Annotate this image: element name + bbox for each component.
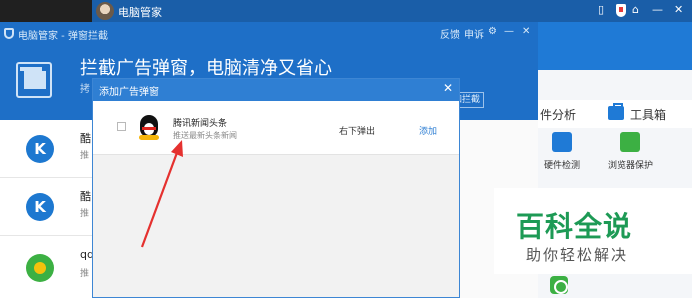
table-row[interactable]: 腾讯新闻头条 推送最新头条新闻 右下弹出 添加 bbox=[93, 101, 459, 155]
qq-penguin-icon bbox=[137, 115, 161, 141]
row-add-link[interactable]: 添加 bbox=[419, 124, 437, 137]
shirt-icon[interactable]: ⌂ bbox=[632, 3, 639, 16]
list-item-sub: 推 bbox=[80, 269, 90, 279]
browser-protect-icon[interactable] bbox=[620, 132, 640, 152]
shield-logo-icon bbox=[4, 28, 14, 39]
qq-music-icon bbox=[26, 254, 54, 282]
list-item-sub: 推 bbox=[80, 151, 90, 161]
main-close-button[interactable]: ✕ bbox=[674, 3, 683, 16]
appeal-link[interactable]: 申诉 bbox=[464, 26, 484, 41]
row-popup-position: 右下弹出 bbox=[339, 127, 376, 137]
watermark-title: 百科全说 bbox=[516, 210, 633, 243]
main-window-title: 电脑管家 bbox=[118, 6, 162, 19]
row-app-name: 腾讯新闻头条 bbox=[173, 119, 228, 129]
list-item[interactable]: K 酷 推 bbox=[0, 120, 92, 178]
list-item-name: 酷 bbox=[80, 132, 91, 145]
window-stack-icon bbox=[16, 62, 52, 98]
desktop-strip bbox=[0, 0, 92, 22]
tool-browser-protect[interactable]: 浏览器保护 bbox=[608, 158, 653, 171]
user-avatar[interactable] bbox=[96, 2, 114, 20]
row-app-description: 推送最新头条新闻 bbox=[173, 131, 237, 140]
main-header-strip bbox=[538, 22, 692, 70]
popup-minimize-button[interactable]: — bbox=[504, 26, 514, 37]
row-checkbox[interactable] bbox=[117, 122, 126, 131]
toolbox-icon bbox=[608, 103, 624, 120]
tab-toolbox[interactable]: 工具箱 bbox=[630, 106, 666, 123]
list-item-name: 酷 bbox=[80, 190, 91, 203]
popup-close-button[interactable]: ✕ bbox=[522, 26, 530, 37]
partial-tool-icon[interactable] bbox=[550, 276, 568, 294]
list-item-sub: 推 bbox=[80, 209, 90, 219]
settings-icon[interactable]: ⚙ bbox=[488, 26, 497, 37]
shield-icon[interactable] bbox=[616, 4, 626, 17]
tab-file-analysis[interactable]: 件分析 bbox=[540, 106, 576, 123]
main-minimize-button[interactable]: — bbox=[652, 3, 663, 16]
kugou-icon: K bbox=[26, 193, 54, 221]
feedback-link[interactable]: 反馈 bbox=[440, 26, 460, 41]
dialog-close-button[interactable]: ✕ bbox=[443, 81, 453, 95]
popup-block-headline: 拦截广告弹窗，电脑清净又省心 bbox=[80, 58, 332, 79]
add-ad-popup-dialog: 添加广告弹窗 ✕ 腾讯新闻头条 推送最新头条新闻 右下弹出 添加 bbox=[92, 78, 460, 298]
skin-icon[interactable]: ▯ bbox=[598, 3, 604, 16]
hardware-check-icon[interactable] bbox=[552, 132, 572, 152]
kugou-icon: K bbox=[26, 135, 54, 163]
popup-block-title: 电脑管家 - 弹窗拦截 bbox=[18, 31, 108, 42]
watermark-subtitle: 助你轻松解决 bbox=[526, 246, 629, 264]
tool-hardware-check[interactable]: 硬件检测 bbox=[544, 158, 580, 171]
list-item[interactable]: qq 推 bbox=[0, 236, 94, 298]
dialog-header: 添加广告弹窗 ✕ bbox=[93, 79, 459, 101]
dialog-title: 添加广告弹窗 bbox=[99, 87, 159, 98]
popup-block-subtext: 拷 bbox=[80, 84, 90, 95]
list-item[interactable]: K 酷 推 bbox=[0, 178, 92, 236]
